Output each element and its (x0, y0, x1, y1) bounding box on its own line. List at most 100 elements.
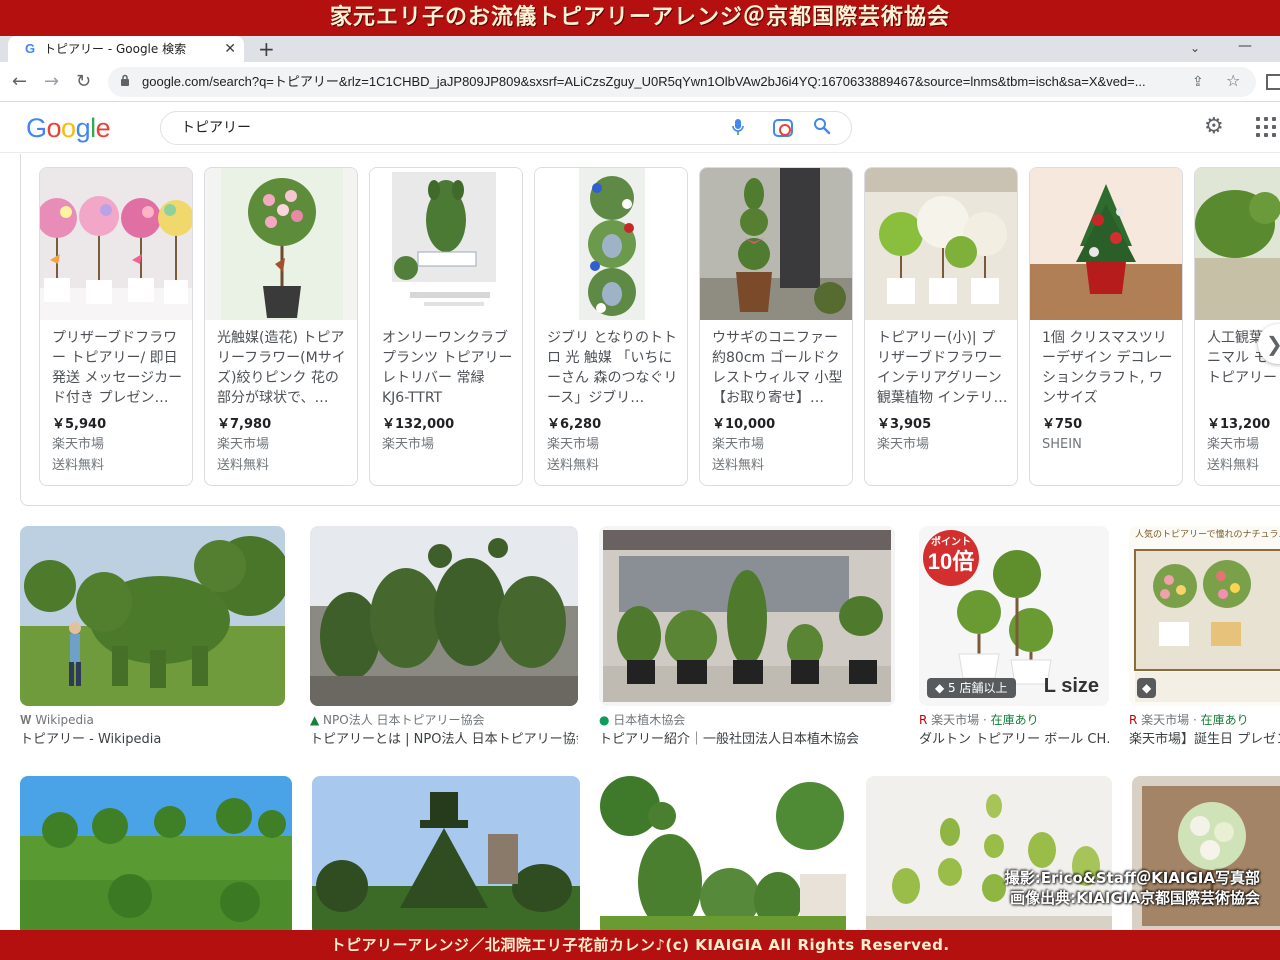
result-image (20, 776, 292, 936)
result-source: R 楽天市場 · 在庫あり (1129, 713, 1249, 727)
store-count-badge: ◆ 5 店舗以上 (927, 678, 1016, 698)
product-price: ￥132,000 (382, 417, 455, 432)
rakuten-icon: R (1129, 713, 1142, 727)
tree-logo-icon: ▲ (310, 713, 324, 727)
product-title: トピアリー(小)| プリザーブドフラワー インテリアグリーン 観葉植物 インテリ… (877, 330, 1008, 406)
back-icon[interactable]: ← (12, 71, 27, 93)
close-tab-icon[interactable]: ✕ (224, 39, 236, 59)
product-store: 楽天市場 (877, 437, 930, 452)
search-input[interactable] (181, 118, 701, 138)
tab-search-chevron-icon[interactable]: ⌄ (1190, 38, 1200, 58)
image-result[interactable]: ▲ NPO法人 日本トピアリー協会 トピアリーとは | NPO法人 日本トピアリ… (310, 526, 578, 750)
shopping-card[interactable]: ウサギのコニファー 約80cm ゴールドクレストウィルマ 小型 【お取り寄せ】…… (699, 167, 853, 486)
product-store: SHEIN (1042, 437, 1082, 452)
product-store: 楽天市場 (712, 437, 765, 452)
product-image (205, 168, 357, 320)
product-shipping: 送料無料 (712, 458, 765, 473)
product-title: プリザーブドフラワー トピアリー/ 即日発送 メッセージカード付き プレゼン… (52, 330, 183, 406)
product-price: ￥10,000 (712, 417, 776, 432)
product-image (535, 168, 687, 320)
result-image: 人気のトピアリーで憧れのナチュラル… ◆ (1129, 526, 1280, 706)
result-source: R 楽天市場 · 在庫あり (919, 713, 1039, 727)
product-price: ￥750 (1042, 417, 1083, 432)
rakuten-icon: R (919, 713, 932, 727)
image-result[interactable]: 𝐖 Wikipedia トピアリー - Wikipedia (20, 526, 285, 750)
product-image (700, 168, 852, 320)
share-icon[interactable]: ⇪ (1192, 72, 1204, 92)
result-title[interactable]: トピアリー紹介｜一般社団法人日本植木協会 (599, 731, 895, 749)
image-result[interactable]: 人気のトピアリーで憧れのナチュラル… ◆ R 楽天市場 · 在庫あり 楽天市場】… (1129, 526, 1280, 750)
product-shipping: 送料無料 (547, 458, 600, 473)
product-store: 楽天市場 (1207, 437, 1260, 452)
size-label: L size (1043, 675, 1099, 697)
product-shipping: 送料無料 (1207, 458, 1260, 473)
product-store: 楽天市場 (547, 437, 600, 452)
points-badge: ポイント 10倍 (923, 530, 979, 586)
product-shipping: 送料無料 (52, 458, 105, 473)
shopping-card[interactable]: 光触媒(造花) トピアリーフラワー(Mサイズ)絞りピンク 花の部分が球状で、… … (204, 167, 358, 486)
lock-icon (120, 73, 130, 91)
result-image: ポイント 10倍 ◆ 5 店舗以上 L size (919, 526, 1109, 706)
google-favicon-icon: G (24, 41, 36, 56)
result-title[interactable]: 楽天市場】誕生日 プレゼント (1129, 731, 1280, 749)
tab-strip: G トピアリー - Google 検索 ✕ + ⌄ — (0, 36, 1280, 62)
result-image (1132, 776, 1280, 936)
product-store: 楽天市場 (217, 437, 270, 452)
product-store: 楽天市場 (382, 437, 435, 452)
shopping-card[interactable]: ジブリ となりのトトロ 光 触媒 「いちにーさん 森のつなぐリース」ジブリ… ￥… (534, 167, 688, 486)
product-image (1195, 168, 1280, 320)
screen: 家元エリ子のお流儀トピアリーアレンジ＠京都国際芸術協会 G トピアリー - Go… (0, 0, 1280, 960)
shopping-card[interactable]: プリザーブドフラワー トピアリー/ 即日発送 メッセージカード付き プレゼン… … (39, 167, 193, 486)
result-title[interactable]: トピアリー - Wikipedia (20, 731, 285, 749)
mic-icon[interactable] (731, 118, 745, 141)
minimize-icon[interactable]: — (1238, 36, 1252, 56)
browser-tab[interactable]: G トピアリー - Google 検索 ✕ (8, 36, 244, 62)
omnibox[interactable]: google.com/search?q=トピアリー&rlz=1C1CHBD_ja… (108, 67, 1256, 97)
side-panel-icon[interactable] (1266, 74, 1280, 90)
result-source: ▲ NPO法人 日本トピアリー協会 (310, 713, 485, 727)
address-bar: ← → ↻ google.com/search?q=トピアリー&rlz=1C1C… (0, 62, 1280, 102)
image-result[interactable] (20, 776, 292, 936)
product-store: 楽天市場 (52, 437, 105, 452)
product-title: 光触媒(造花) トピアリーフラワー(Mサイズ)絞りピンク 花の部分が球状で、… (217, 330, 346, 406)
product-price: ￥13,200 (1207, 417, 1271, 432)
settings-gear-icon[interactable]: ⚙ (1204, 114, 1224, 140)
new-tab-icon[interactable]: + (258, 37, 275, 61)
tab-title: トピアリー - Google 検索 (44, 42, 187, 56)
top-banner: 家元エリ子のお流儀トピアリーアレンジ＠京都国際芸術協会 (0, 0, 1280, 36)
result-image (310, 526, 578, 706)
result-title[interactable]: トピアリーとは | NPO法人 日本トピアリー協会 (310, 731, 578, 749)
result-image (599, 526, 895, 706)
google-lens-icon[interactable] (773, 119, 793, 137)
google-header: Google ⚙ (0, 103, 1280, 153)
product-title: 1個 クリスマスツリーデザイン デコレーションクラフト, ワンサイズ (1042, 330, 1173, 406)
result-source: 𝐖 Wikipedia (20, 713, 94, 727)
product-title: ジブリ となりのトトロ 光 触媒 「いちにーさん 森のつなぐリース」ジブリ… (547, 330, 678, 406)
image-result[interactable]: ● 日本植木協会 トピアリー紹介｜一般社団法人日本植木協会 (599, 526, 895, 750)
shopping-card[interactable]: 1個 クリスマスツリーデザイン デコレーションクラフト, ワンサイズ ￥750 … (1029, 167, 1183, 486)
product-image (1030, 168, 1182, 320)
product-price: ￥5,940 (52, 417, 107, 432)
shopping-card[interactable]: トピアリー(小)| プリザーブドフラワー インテリアグリーン 観葉植物 インテリ… (864, 167, 1018, 486)
shopping-card[interactable]: オンリーワンクラブ プランツ トピアリー レトリバー 常緑 KJ6-TTRT ￥… (369, 167, 523, 486)
url-text[interactable]: google.com/search?q=トピアリー&rlz=1C1CHBD_ja… (142, 73, 1188, 91)
bottom-banner: トピアリーアレンジ／北洞院エリ子花前カレン♪(c) KIAIGIA All Ri… (0, 930, 1280, 960)
bookmark-star-icon[interactable]: ☆ (1226, 71, 1240, 91)
image-result[interactable] (600, 776, 846, 936)
product-title: オンリーワンクラブ プランツ トピアリー レトリバー 常緑 KJ6-TTRT (382, 330, 513, 406)
google-logo[interactable]: Google (26, 112, 111, 144)
image-result[interactable]: ポイント 10倍 ◆ 5 店舗以上 L size R 楽天市場 · 在庫あり ダル… (919, 526, 1109, 750)
result-image (20, 526, 285, 706)
forward-icon[interactable]: → (44, 71, 59, 93)
result-title[interactable]: ダルトン トピアリー ボール CH… (919, 731, 1109, 749)
product-shipping: 送料無料 (217, 458, 270, 473)
reload-icon[interactable]: ↻ (76, 71, 91, 93)
tag-icon: ◆ (935, 681, 949, 695)
result-image (866, 776, 1112, 936)
tag-icon: ◆ (1137, 678, 1157, 698)
result-image (600, 776, 846, 936)
search-icon[interactable] (813, 117, 831, 141)
image-result[interactable] (312, 776, 580, 936)
google-apps-icon[interactable] (1256, 117, 1280, 137)
product-image (370, 168, 522, 320)
